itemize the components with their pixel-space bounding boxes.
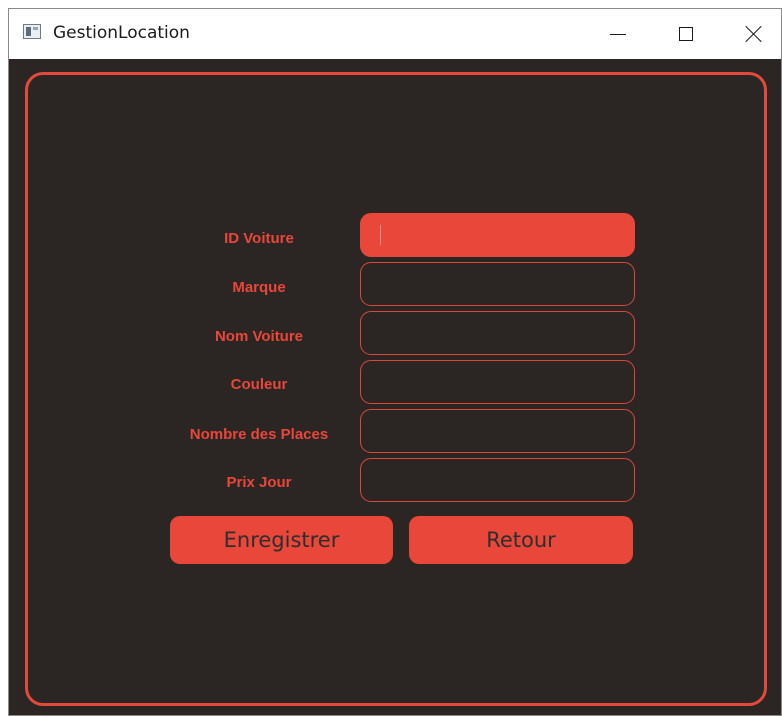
couleur-label: Couleur (230, 376, 288, 393)
minimize-icon (610, 33, 626, 35)
window-title: GestionLocation (53, 23, 190, 43)
app-window: GestionLocation ID Voiture Marque Nom Vo… (8, 8, 782, 716)
maximize-button[interactable] (663, 9, 709, 59)
nom-voiture-input[interactable] (360, 311, 635, 355)
minimize-button[interactable] (595, 9, 641, 59)
marque-input[interactable] (360, 262, 635, 306)
prix-jour-input[interactable] (360, 458, 635, 502)
id-voiture-input[interactable] (360, 213, 635, 257)
retour-button[interactable]: Retour (409, 516, 633, 564)
text-caret (380, 225, 381, 245)
nombre-places-label: Nombre des Places (189, 426, 329, 443)
title-bar[interactable]: GestionLocation (9, 9, 781, 59)
close-icon (745, 25, 763, 43)
nombre-places-input[interactable] (360, 409, 635, 453)
maximize-icon (679, 27, 693, 41)
enregistrer-button[interactable]: Enregistrer (170, 516, 393, 564)
app-window-icon (23, 24, 41, 39)
marque-label: Marque (232, 279, 286, 296)
id-voiture-label: ID Voiture (224, 230, 294, 247)
close-button[interactable] (731, 9, 777, 59)
prix-jour-label: Prix Jour (226, 474, 292, 491)
nom-voiture-label: Nom Voiture (214, 328, 304, 345)
couleur-input[interactable] (360, 360, 635, 404)
